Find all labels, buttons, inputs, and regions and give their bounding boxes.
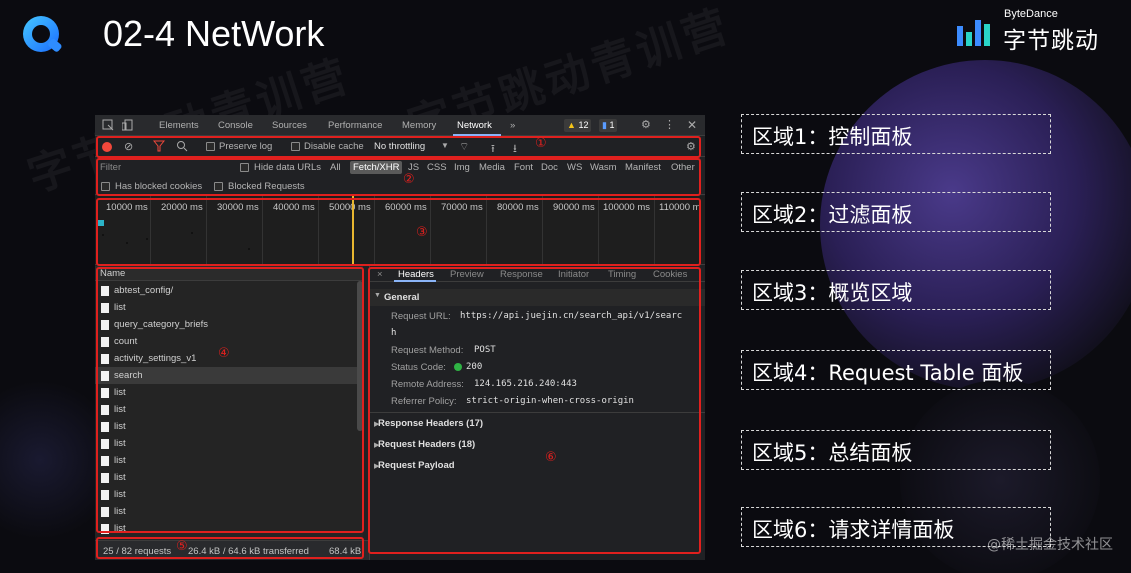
legend-label: 区域3：概览区域 [752, 281, 913, 305]
region-4-outline [96, 267, 364, 533]
settings-gear-icon[interactable]: ⚙ [641, 119, 653, 131]
region-3-number: ③ [416, 225, 428, 240]
message-count: 1 [609, 120, 615, 130]
legend-region-4: 区域4：Request Table 面板 [741, 350, 1051, 390]
tab-sources[interactable]: Sources [272, 120, 307, 131]
legend-label: 区域2：过滤面板 [752, 203, 913, 227]
legend-label: 区域4：Request Table 面板 [752, 361, 1024, 385]
app-logo-icon [18, 11, 66, 59]
tab-console[interactable]: Console [218, 120, 253, 131]
legend-region-2: 区域2：过滤面板 [741, 192, 1051, 232]
region-5-outline [96, 537, 364, 559]
close-devtools-icon[interactable]: ✕ [687, 119, 699, 131]
tab-elements[interactable]: Elements [159, 120, 199, 131]
legend-region-3: 区域3：概览区域 [741, 270, 1051, 310]
region-6-outline [368, 267, 701, 554]
more-tabs-button[interactable]: » [510, 120, 515, 131]
tab-network[interactable]: Network [457, 120, 492, 131]
device-toolbar-icon[interactable] [121, 119, 134, 131]
tab-memory[interactable]: Memory [402, 120, 436, 131]
bytedance-mark-icon [957, 18, 997, 48]
region-6-number: ⑥ [545, 450, 557, 465]
region-3-outline [96, 198, 701, 266]
warning-count: 12 [578, 120, 589, 130]
region-2-outline [96, 158, 701, 196]
message-badge[interactable]: ▮ 1 [599, 119, 618, 132]
message-icon: ▮ [602, 120, 607, 130]
inspect-element-icon[interactable] [102, 119, 114, 131]
bytedance-logo: ByteDance 字节跳动 [957, 8, 1117, 54]
region-5-number: ⑤ [176, 539, 188, 554]
warning-icon: ▲ [567, 120, 576, 130]
slide-title: 02-4 NetWork [103, 13, 325, 54]
region-1-outline [96, 136, 701, 158]
brand-name-zh: 字节跳动 [1003, 28, 1099, 54]
legend-region-5: 区域5：总结面板 [741, 430, 1051, 470]
legend-region-1: 区域1：控制面板 [741, 114, 1051, 154]
region-2-number: ② [403, 172, 415, 187]
site-watermark: @稀土掘金技术社区 [987, 537, 1113, 553]
legend-label: 区域5：总结面板 [752, 441, 913, 465]
warning-badge[interactable]: ▲ 12 [564, 119, 592, 132]
legend-label: 区域1：控制面板 [752, 125, 913, 149]
brand-name-en: ByteDance [1004, 8, 1058, 20]
legend-label: 区域6：请求详情面板 [752, 518, 955, 542]
devtools-tab-bar: Elements Console Sources Performance Mem… [95, 115, 705, 136]
region-1-number: ① [535, 136, 547, 151]
tab-performance[interactable]: Performance [328, 120, 382, 131]
region-4-number: ④ [218, 346, 230, 361]
more-options-icon[interactable]: ⋮ [664, 119, 676, 131]
